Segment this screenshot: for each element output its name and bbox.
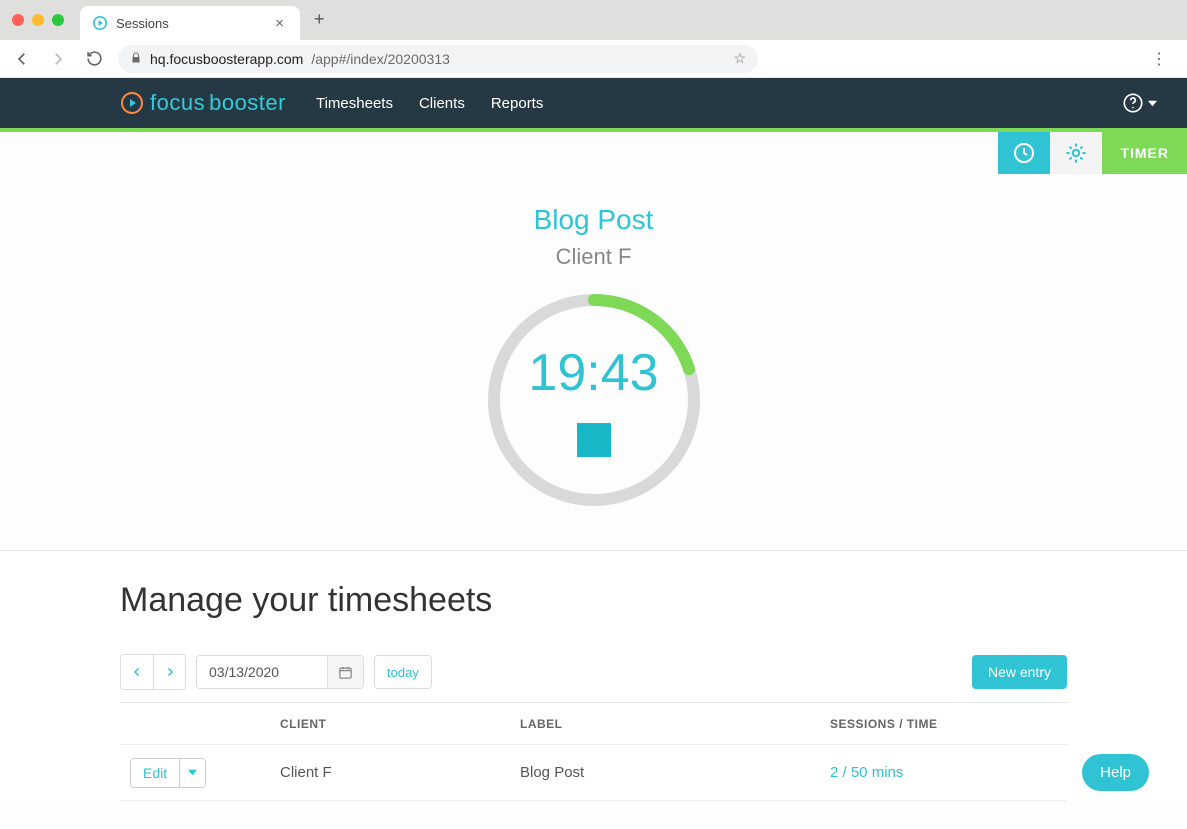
window-close-icon[interactable] — [12, 14, 24, 26]
logo-text-1: focus — [150, 90, 205, 116]
date-input[interactable] — [197, 656, 327, 688]
session-client: Client F — [0, 244, 1187, 270]
forward-icon[interactable] — [46, 47, 70, 71]
bookmark-star-icon[interactable]: ☆ — [733, 50, 746, 67]
col-header-client: CLIENT — [280, 717, 520, 731]
help-menu[interactable] — [1122, 92, 1157, 114]
url-input[interactable]: hq.focusboosterapp.com/app#/index/202003… — [118, 45, 758, 73]
sheet-controls: today New entry — [120, 654, 1067, 690]
page-title: Manage your timesheets — [120, 581, 1067, 620]
timer-panel: Blog Post Client F 19:43 — [0, 174, 1187, 551]
lock-icon — [130, 51, 142, 67]
url-host: hq.focusboosterapp.com — [150, 51, 303, 67]
browser-tab-strip: Sessions × + — [0, 0, 1187, 40]
nav-clients[interactable]: Clients — [419, 95, 465, 112]
edit-button-group: Edit — [130, 758, 206, 788]
prev-day-button[interactable] — [121, 655, 153, 689]
col-header-label: LABEL — [520, 717, 830, 731]
stop-button[interactable] — [577, 423, 611, 457]
window-minimize-icon[interactable] — [32, 14, 44, 26]
app-logo[interactable]: focusbooster — [120, 90, 286, 116]
reload-icon[interactable] — [82, 47, 106, 71]
tab-close-icon[interactable]: × — [271, 15, 288, 32]
browser-menu-icon[interactable]: ⋮ — [1141, 49, 1177, 69]
nav-timesheets[interactable]: Timesheets — [316, 95, 393, 112]
session-title: Blog Post — [0, 204, 1187, 236]
window-controls — [0, 14, 76, 40]
clock-icon — [1012, 141, 1036, 165]
browser-tab[interactable]: Sessions × — [80, 6, 300, 40]
table-row: Edit Client F Blog Post 2 / 50 mins — [120, 745, 1067, 801]
browser-address-bar: hq.focusboosterapp.com/app#/index/202003… — [0, 40, 1187, 78]
next-day-button[interactable] — [153, 655, 185, 689]
timer-label-button[interactable]: TIMER — [1102, 132, 1187, 174]
calendar-button[interactable] — [327, 656, 363, 688]
new-entry-button[interactable]: New entry — [972, 655, 1067, 689]
back-icon[interactable] — [10, 47, 34, 71]
nav-reports[interactable]: Reports — [491, 95, 544, 112]
table-header-row: CLIENT LABEL SESSIONS / TIME — [120, 703, 1067, 745]
tab-title: Sessions — [116, 16, 263, 31]
help-icon — [1122, 92, 1144, 114]
timer-elapsed: 19:43 — [528, 343, 658, 403]
app-navbar: focusbooster Timesheets Clients Reports — [0, 78, 1187, 128]
timer-toolbar: TIMER — [0, 132, 1187, 174]
clock-button[interactable] — [998, 132, 1050, 174]
edit-button[interactable]: Edit — [131, 759, 179, 787]
col-header-sessions: SESSIONS / TIME — [830, 717, 1067, 731]
cell-client: Client F — [280, 764, 520, 781]
date-pager — [120, 654, 186, 690]
timesheet-table: CLIENT LABEL SESSIONS / TIME Edit Client… — [120, 702, 1067, 801]
caret-down-icon — [1148, 99, 1157, 108]
help-fab[interactable]: Help — [1082, 754, 1149, 791]
gear-icon — [1064, 141, 1088, 165]
chevron-right-icon — [164, 666, 176, 678]
url-path: /app#/index/20200313 — [311, 51, 450, 67]
calendar-icon — [338, 665, 353, 680]
cell-label: Blog Post — [520, 764, 830, 781]
timer-dial: 19:43 — [484, 290, 704, 510]
caret-down-icon — [188, 768, 197, 777]
new-tab-button[interactable]: + — [300, 9, 339, 40]
edit-caret-button[interactable] — [179, 759, 205, 787]
nav-links: Timesheets Clients Reports — [316, 95, 543, 112]
logo-text-2: booster — [209, 90, 286, 116]
window-maximize-icon[interactable] — [52, 14, 64, 26]
date-field-wrap — [196, 655, 364, 689]
tab-favicon-icon — [92, 15, 108, 31]
today-button[interactable]: today — [374, 655, 432, 689]
cell-sessions[interactable]: 2 / 50 mins — [830, 764, 1067, 781]
settings-button[interactable] — [1050, 132, 1102, 174]
chevron-left-icon — [131, 666, 143, 678]
timesheet-section: Manage your timesheets today New entry C… — [0, 551, 1187, 801]
